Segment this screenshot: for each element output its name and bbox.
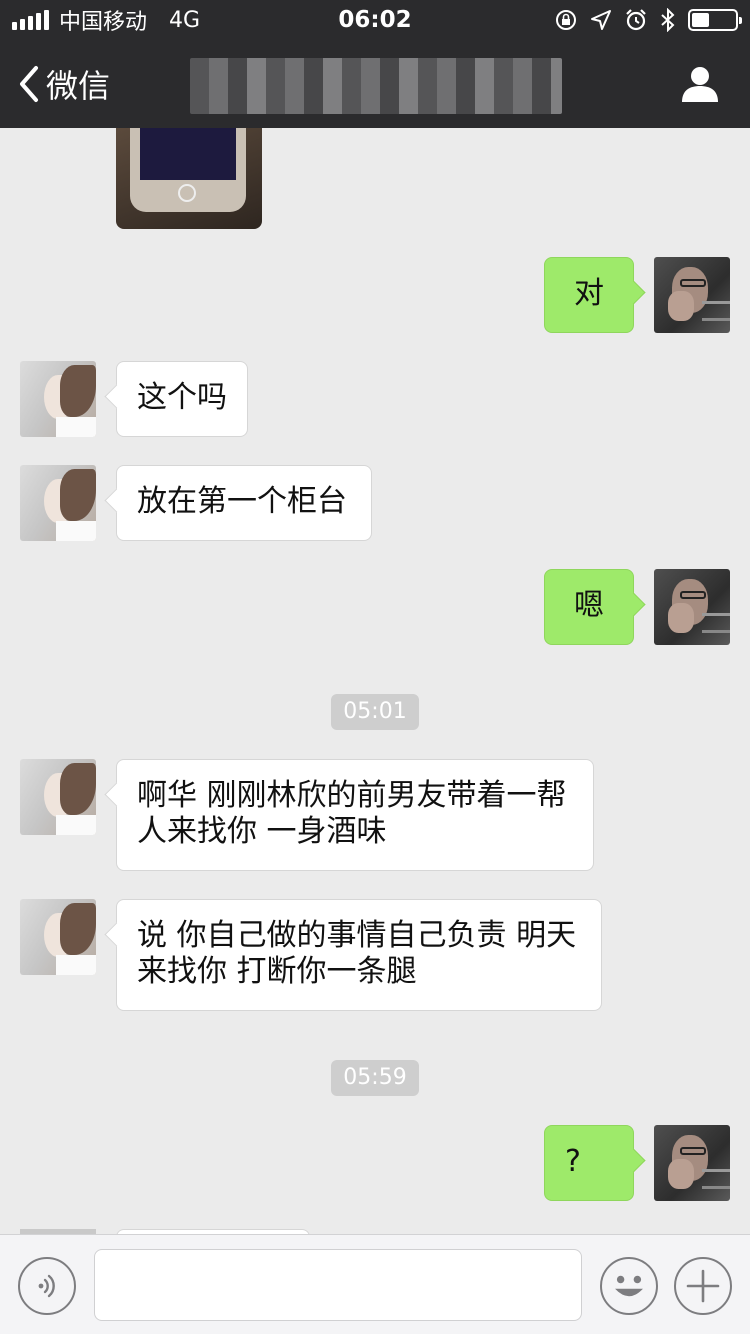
back-label: 微信 <box>46 67 111 105</box>
avatar[interactable] <box>654 257 730 333</box>
avatar[interactable] <box>654 569 730 645</box>
avatar[interactable] <box>654 1125 730 1201</box>
photo-message[interactable] <box>116 128 262 229</box>
signal-strength-icon <box>12 10 49 30</box>
chat-area[interactable]: 对 这个吗 放在第一个柜台 嗯 05:01 啊华 刚刚林欣的前男友带着一帮人来找… <box>0 128 750 1234</box>
message-bubble-received[interactable]: 放在第一个柜台 <box>116 465 372 541</box>
message-bubble-received[interactable]: 这个吗 <box>116 361 248 437</box>
input-toolbar <box>0 1234 750 1334</box>
emoji-icon <box>615 1275 643 1297</box>
chat-title-pixelated <box>190 58 562 114</box>
more-button[interactable] <box>674 1257 732 1315</box>
chevron-left-icon <box>20 66 38 102</box>
message-input[interactable] <box>94 1249 582 1321</box>
message-bubble-received[interactable]: 啊华 刚刚林欣的前男友带着一帮人来找你 一身酒味 <box>116 759 594 871</box>
status-bar: 中国移动 4G 06:02 <box>0 0 750 40</box>
battery-icon <box>688 9 742 31</box>
timestamp: 05:59 <box>0 1060 750 1096</box>
message-bubble-sent[interactable]: ? <box>544 1125 634 1201</box>
back-button[interactable]: 微信 <box>0 40 110 128</box>
message-bubble-received[interactable]: 说 你自己做的事情自己负责 明天来找你 打断你一条腿 <box>116 899 602 1011</box>
network-type: 4G <box>169 7 201 33</box>
nav-bar: 微信 <box>0 40 750 128</box>
location-icon <box>591 10 611 30</box>
alarm-icon <box>626 9 646 31</box>
photo-icon <box>130 128 246 212</box>
avatar[interactable] <box>20 465 96 541</box>
timestamp: 05:01 <box>0 694 750 730</box>
message-bubble-sent[interactable]: 对 <box>544 257 634 333</box>
message-bubble-sent[interactable]: 嗯 <box>544 569 634 645</box>
person-icon[interactable] <box>680 64 720 104</box>
carrier-name: 中国移动 <box>59 10 148 35</box>
emoji-button[interactable] <box>600 1257 658 1315</box>
avatar[interactable] <box>20 899 96 975</box>
orientation-lock-icon <box>556 10 576 30</box>
bluetooth-icon <box>661 8 675 32</box>
voice-button[interactable] <box>18 1257 76 1315</box>
avatar[interactable] <box>20 759 96 835</box>
voice-icon <box>38 1274 55 1298</box>
plus-icon <box>686 1269 720 1303</box>
avatar[interactable] <box>20 361 96 437</box>
